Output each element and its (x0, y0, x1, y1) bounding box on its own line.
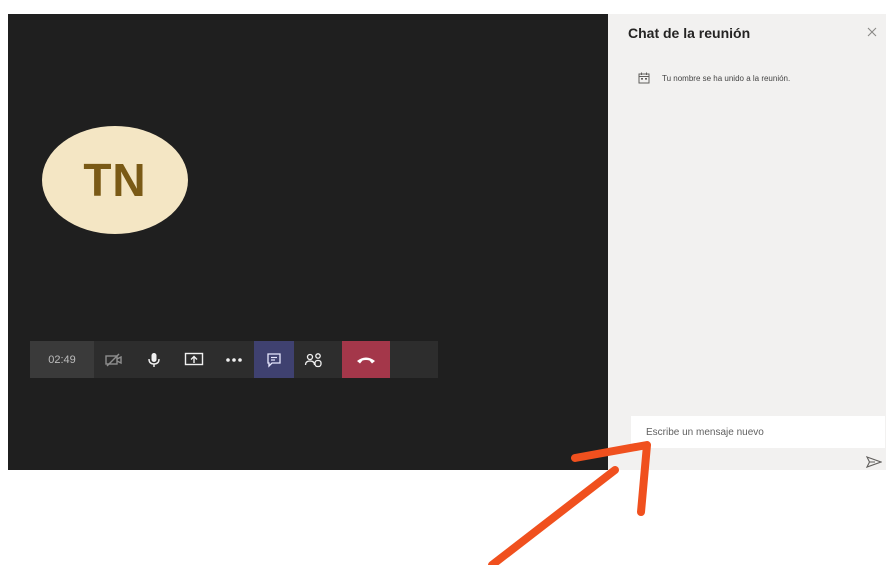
annotation-arrow (488, 441, 651, 565)
